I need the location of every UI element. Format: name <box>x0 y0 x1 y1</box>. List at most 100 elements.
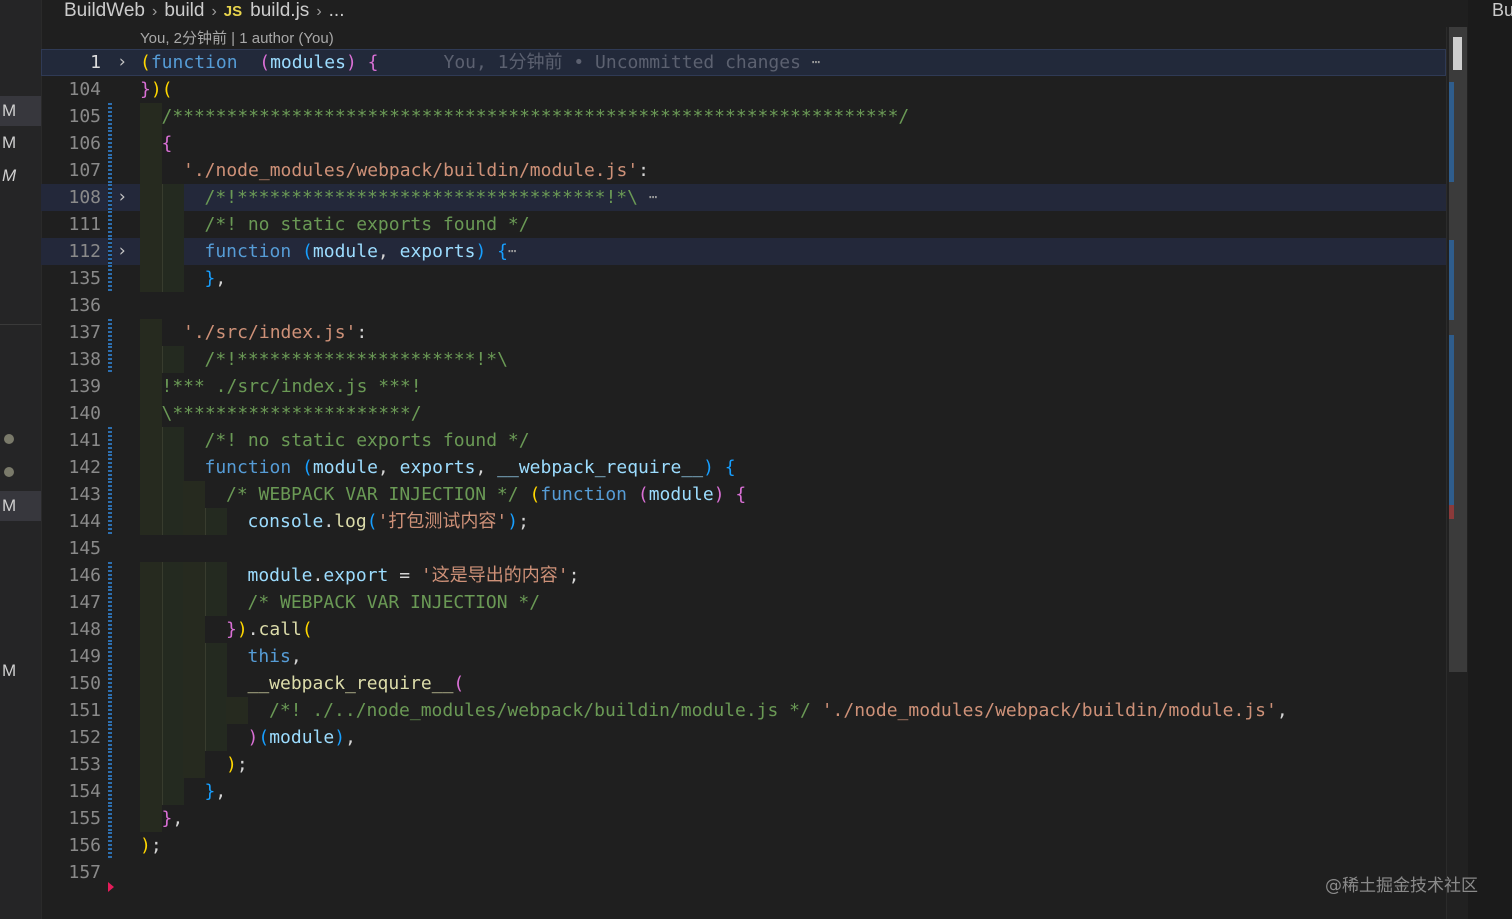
fold-chevron-icon[interactable]: › <box>117 184 127 211</box>
git-modified-gutter[interactable] <box>108 130 112 157</box>
code-line[interactable]: 144 console.log('打包测试内容'); <box>41 508 1446 535</box>
code-line[interactable]: 149 this, <box>41 643 1446 670</box>
codelens-blame[interactable]: You, 2分钟前 | 1 author (You) <box>140 27 334 48</box>
git-modified-gutter[interactable] <box>108 751 112 778</box>
scm-status-item[interactable]: M <box>0 656 41 686</box>
code-line[interactable]: 140 \**********************/ <box>41 400 1446 427</box>
code-line[interactable]: 150 __webpack_require__( <box>41 670 1446 697</box>
git-modified-gutter[interactable] <box>108 238 112 265</box>
code-line[interactable]: 136 <box>41 292 1446 319</box>
git-modified-gutter[interactable] <box>108 589 112 616</box>
git-modified-gutter[interactable] <box>108 157 112 184</box>
code-token: ; <box>568 565 580 586</box>
code-line[interactable]: 104})( <box>41 76 1446 103</box>
breadcrumb-folder[interactable]: build <box>164 0 204 21</box>
breadcrumb-file[interactable]: build.js <box>250 0 309 21</box>
code-line[interactable]: 138 /*!**********************!*\ <box>41 346 1446 373</box>
git-modified-gutter[interactable] <box>108 562 112 589</box>
indent-guide <box>140 211 162 238</box>
code-token: ( <box>366 511 378 532</box>
code-token: ( <box>259 52 271 73</box>
indent-guide <box>140 103 162 130</box>
code-line[interactable]: 112 › function (module, exports) {⋯ <box>41 238 1446 265</box>
code-line[interactable]: 157 <box>41 859 1446 886</box>
code-line[interactable]: 143/* WEBPACK VAR INJECTION */ (function… <box>41 481 1446 508</box>
scm-status-item[interactable]: M <box>0 491 41 521</box>
git-modified-gutter[interactable] <box>108 346 112 373</box>
breadcrumb-root[interactable]: BuildWeb <box>64 0 145 21</box>
indent-guide <box>226 697 248 724</box>
git-modified-gutter[interactable] <box>108 697 112 724</box>
code-line[interactable]: 142 function (module, exports, __webpack_… <box>41 454 1446 481</box>
side-panel-title[interactable]: Bu <box>1492 0 1512 21</box>
code-editor[interactable]: 1 › (function (modules) { You, 1分钟前 • Unco… <box>41 49 1446 919</box>
code-line[interactable]: 107 './node_modules/webpack/buildin/modul… <box>41 157 1446 184</box>
code-text: console.log('打包测试内容'); <box>248 508 529 535</box>
git-modified-gutter[interactable] <box>108 832 112 859</box>
git-modified-gutter[interactable] <box>108 427 112 454</box>
code-line[interactable]: 105 /************************************… <box>41 103 1446 130</box>
code-line[interactable]: 147 /* WEBPACK VAR INJECTION */ <box>41 589 1446 616</box>
git-modified-gutter[interactable] <box>108 211 112 238</box>
code-line[interactable]: 152)(module), <box>41 724 1446 751</box>
git-modified-gutter[interactable] <box>108 643 112 670</box>
git-modified-gutter[interactable] <box>108 103 112 130</box>
git-modified-gutter[interactable] <box>108 670 112 697</box>
line-number: 104 <box>68 79 101 100</box>
code-line[interactable]: 153); <box>41 751 1446 778</box>
code-line[interactable]: 111 /*! no static exports found */ <box>41 211 1446 238</box>
code-token: , <box>475 457 498 478</box>
code-token: log <box>334 511 367 532</box>
git-modified-gutter[interactable] <box>108 724 112 751</box>
code-token: ) <box>226 754 237 775</box>
code-token: \**********************/ <box>161 403 422 424</box>
code-token: : <box>638 160 649 181</box>
code-token: module <box>312 457 378 478</box>
code-line[interactable]: 154}, <box>41 778 1446 805</box>
indent-guide <box>183 616 205 643</box>
code-token: } <box>226 619 237 640</box>
indent-guide <box>204 508 227 535</box>
code-line[interactable]: 135}, <box>41 265 1446 292</box>
scm-status-item[interactable]: M <box>0 161 41 191</box>
code-token: ( <box>529 484 541 505</box>
code-line[interactable]: 106 { <box>41 130 1446 157</box>
code-line[interactable]: 1 › (function (modules) { You, 1分钟前 • Unco… <box>41 49 1446 76</box>
code-text: /*!**********************************!*\… <box>205 184 658 212</box>
code-line[interactable]: 108 › /*!*********************************… <box>41 184 1446 211</box>
git-modified-gutter[interactable] <box>108 778 112 805</box>
line-number: 111 <box>68 214 101 235</box>
git-modified-gutter[interactable] <box>108 481 112 508</box>
line-number: 155 <box>68 808 101 829</box>
git-modified-gutter[interactable] <box>108 616 112 643</box>
code-line[interactable]: 155}, <box>41 805 1446 832</box>
scm-status-item[interactable]: M <box>0 128 41 158</box>
git-modified-gutter[interactable] <box>108 508 112 535</box>
code-line[interactable]: 151 /*! ./../node_modules/webpack/buildin… <box>41 697 1446 724</box>
code-line[interactable]: 139 !*** ./src/index.js ***! <box>41 373 1446 400</box>
code-text: /*! ./../node_modules/webpack/buildin/mo… <box>269 697 1288 724</box>
fold-chevron-icon[interactable]: › <box>117 49 127 76</box>
indent-guide <box>140 697 162 724</box>
git-modified-gutter[interactable] <box>108 319 112 346</box>
breadcrumb-more[interactable]: ... <box>329 0 345 21</box>
code-line[interactable]: 145 <box>41 535 1446 562</box>
chevron-right-icon: › <box>211 3 217 20</box>
code-line[interactable]: 148}).call( <box>41 616 1446 643</box>
code-token: ( <box>258 727 270 748</box>
git-modified-gutter[interactable] <box>108 184 112 211</box>
code-text: }, <box>205 778 227 805</box>
scm-status-item[interactable]: M <box>0 96 41 126</box>
line-number: 151 <box>68 700 101 721</box>
code-line[interactable]: 156); <box>41 832 1446 859</box>
git-modified-gutter[interactable] <box>108 265 112 292</box>
git-modified-gutter[interactable] <box>108 805 112 832</box>
code-line[interactable]: 141 /*! no static exports found */ <box>41 427 1446 454</box>
code-line[interactable]: 146 module.export = '这是导出的内容'; <box>41 562 1446 589</box>
code-token: /*!**********************!*\ <box>204 349 508 370</box>
line-number: 145 <box>68 538 101 559</box>
git-modified-gutter[interactable] <box>108 454 112 481</box>
code-line[interactable]: 137 './src/index.js': <box>41 319 1446 346</box>
fold-chevron-icon[interactable]: › <box>117 238 127 265</box>
